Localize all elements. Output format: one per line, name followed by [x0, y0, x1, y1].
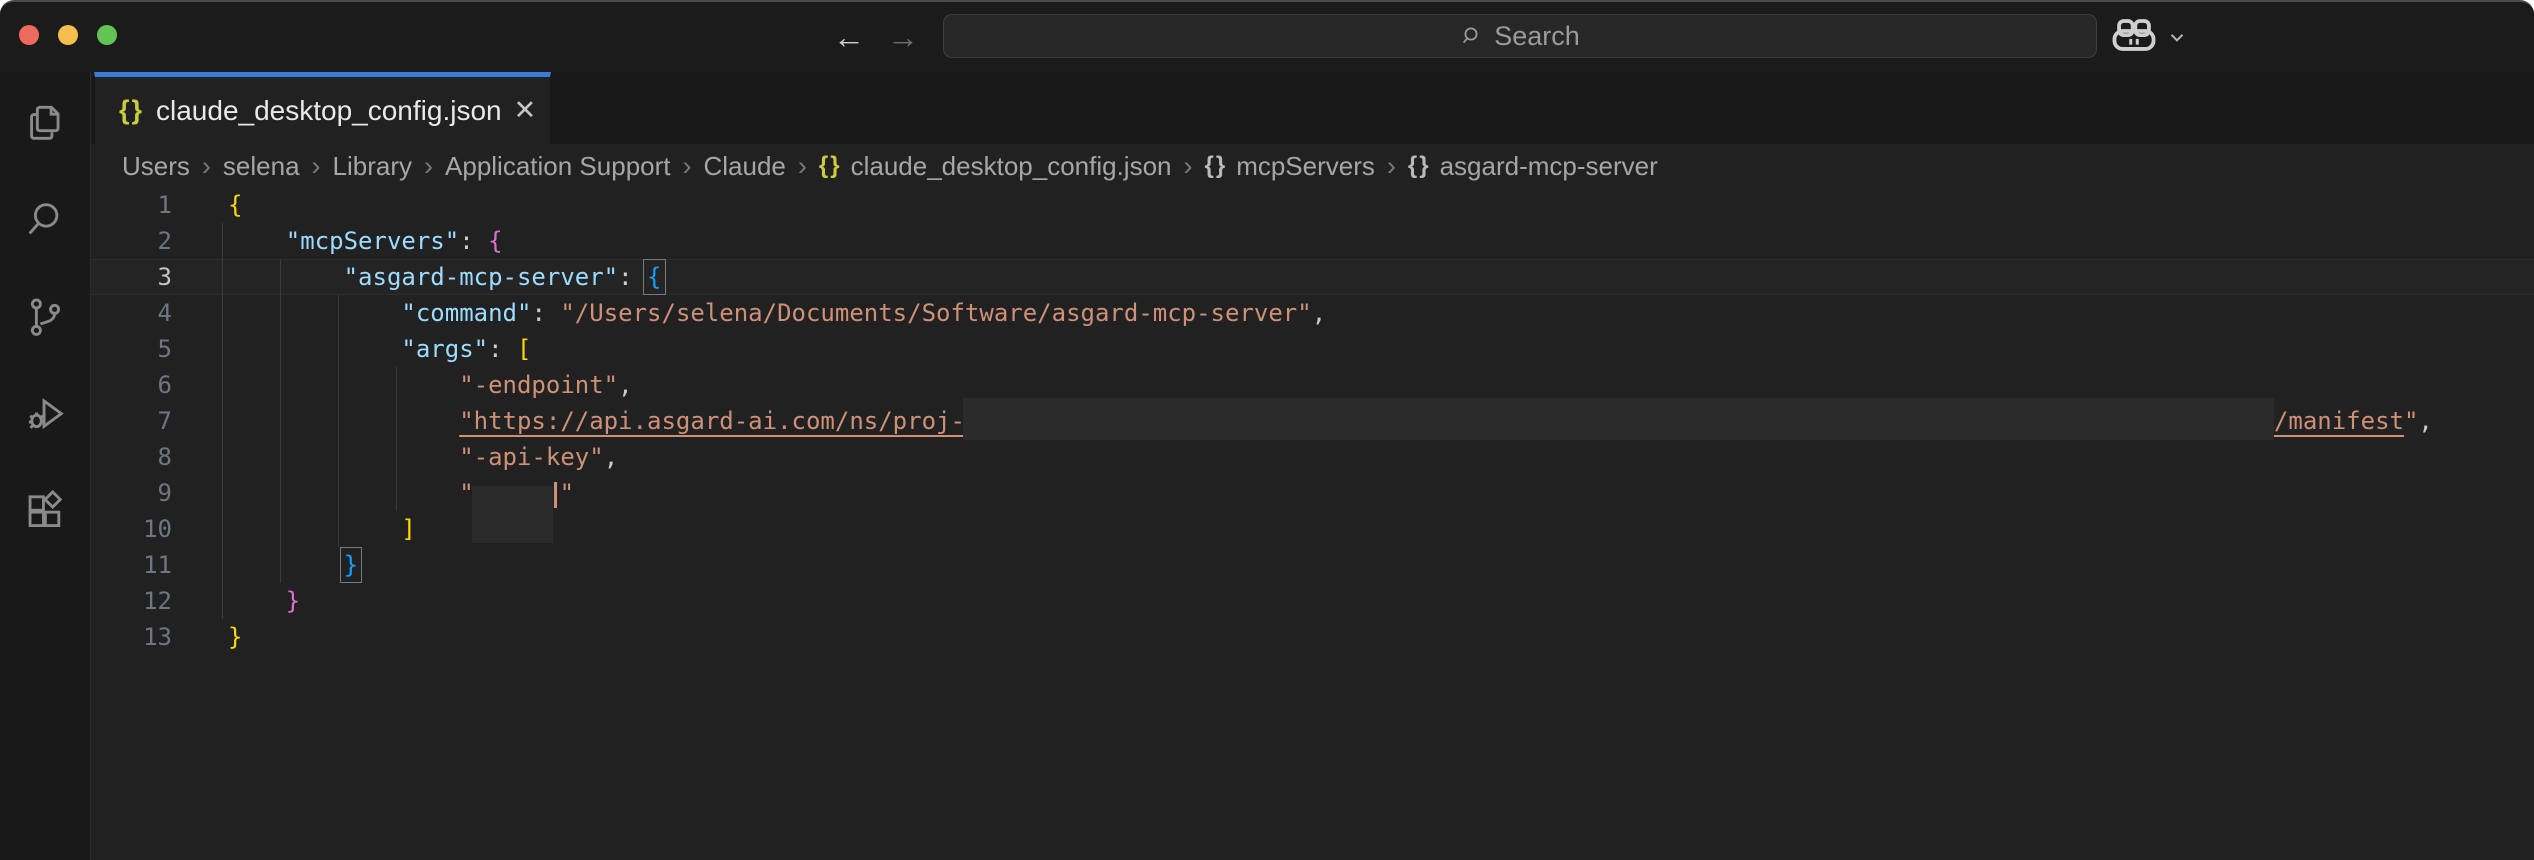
breadcrumb-separator: › [1172, 151, 1205, 182]
code-text: "asgard-mcp-server": { [172, 259, 662, 295]
extensions-icon [22, 488, 68, 534]
code-line[interactable]: 8 "-api-key", [91, 439, 2534, 475]
code-line[interactable]: 13} [91, 619, 2534, 655]
line-number: 6 [91, 367, 172, 403]
code-line[interactable]: 1{ [91, 187, 2534, 223]
code-text: } [172, 547, 358, 583]
indent-guide [338, 295, 339, 547]
breadcrumb-label: Claude [704, 151, 786, 182]
symbol-braces-icon: {} [1408, 152, 1431, 180]
line-number: 12 [91, 583, 172, 619]
breadcrumb-label: claude_desktop_config.json [851, 151, 1172, 182]
run-debug-icon [22, 391, 68, 437]
code-text: ] [172, 511, 416, 547]
breadcrumb-label: mcpServers [1236, 151, 1375, 182]
breadcrumb-separator: › [412, 151, 445, 182]
zoom-window-button[interactable] [97, 25, 117, 45]
breadcrumb-item[interactable]: {} asgard-mcp-server [1408, 151, 1658, 182]
code-line[interactable]: 2 "mcpServers": { [91, 223, 2534, 259]
breadcrumb-item[interactable]: Application Support [445, 151, 670, 182]
code-text: { [172, 187, 242, 223]
tab-claude-desktop-config[interactable]: {} claude_desktop_config.json ✕ [94, 72, 551, 144]
code-text: "command": "/Users/selena/Documents/Soft… [172, 295, 1326, 331]
line-number: 8 [91, 439, 172, 475]
breadcrumb-item[interactable]: Claude [704, 151, 786, 182]
activity-bar [0, 72, 91, 860]
sidebar-item-search[interactable] [0, 188, 90, 252]
breadcrumb-item[interactable]: selena [223, 151, 300, 182]
title-bar: ← → Search [0, 2, 2534, 72]
code-text: "-endpoint", [172, 367, 633, 403]
json-file-icon: {} [119, 95, 144, 126]
code-line[interactable]: 9 "" [91, 475, 2534, 511]
tab-close-button[interactable]: ✕ [514, 95, 537, 126]
breadcrumb-item[interactable]: {} claude_desktop_config.json [819, 151, 1172, 182]
line-number: 5 [91, 331, 172, 367]
code-line[interactable]: 11 } [91, 547, 2534, 583]
line-number: 10 [91, 511, 172, 547]
breadcrumb-item[interactable]: {} mcpServers [1205, 151, 1375, 182]
back-button[interactable]: ← [827, 2, 871, 72]
copilot-menu-button[interactable] [2112, 16, 2188, 58]
code-text: } [172, 619, 242, 655]
breadcrumb-separator: › [671, 151, 704, 182]
code-line[interactable]: 10 ] [91, 511, 2534, 547]
breadcrumb-label: asgard-mcp-server [1440, 151, 1658, 182]
line-number: 1 [91, 187, 172, 223]
text-cursor [554, 482, 557, 508]
breadcrumb-separator: › [786, 151, 819, 182]
breadcrumb-label: Library [333, 151, 412, 182]
code-text: } [172, 583, 300, 619]
indent-guide [396, 367, 397, 511]
files-icon [22, 100, 68, 146]
code-line[interactable]: 3 "asgard-mcp-server": { [91, 259, 2534, 295]
breadcrumb: Users›selena›Library›Application Support… [91, 144, 2534, 188]
line-number: 7 [91, 403, 172, 439]
search-command-center[interactable]: Search [943, 14, 2097, 58]
redaction-box [472, 486, 553, 543]
symbol-braces-icon: {} [1205, 152, 1228, 180]
copilot-robot-icon [2112, 18, 2156, 56]
editor[interactable]: 1{2 "mcpServers": {3 "asgard-mcp-server"… [91, 187, 2534, 860]
breadcrumb-separator: › [190, 151, 223, 182]
search-icon [1460, 24, 1484, 48]
sidebar-item-run-debug[interactable] [0, 382, 90, 446]
indent-guide [222, 223, 223, 619]
minimize-window-button[interactable] [58, 25, 78, 45]
line-number: 2 [91, 223, 172, 259]
redaction-box [963, 398, 2274, 440]
close-window-button[interactable] [19, 25, 39, 45]
breadcrumb-label: Application Support [445, 151, 670, 182]
sidebar-item-explorer[interactable] [0, 91, 90, 155]
tab-bar: {} claude_desktop_config.json ✕ [0, 72, 2534, 144]
line-number: 3 [91, 259, 172, 295]
breadcrumb-item[interactable]: Library [333, 151, 412, 182]
line-number: 4 [91, 295, 172, 331]
vscode-window: ← → Search [0, 0, 2534, 860]
search-sidebar-icon [22, 197, 68, 243]
forward-button[interactable]: → [881, 2, 925, 72]
search-label: Search [1494, 21, 1580, 52]
sidebar-item-extensions[interactable] [0, 479, 90, 543]
breadcrumb-separator: › [300, 151, 333, 182]
tab-filename: claude_desktop_config.json [156, 95, 502, 127]
breadcrumb-separator: › [1375, 151, 1408, 182]
line-number: 11 [91, 547, 172, 583]
code-text: "args": [ [172, 331, 531, 367]
breadcrumb-label: Users [122, 151, 190, 182]
code-line[interactable]: 4 "command": "/Users/selena/Documents/So… [91, 295, 2534, 331]
chevron-down-icon [2166, 26, 2188, 48]
line-number: 13 [91, 619, 172, 655]
breadcrumb-item[interactable]: Users [122, 151, 190, 182]
git-branch-icon [22, 294, 68, 340]
editor-content: 1{2 "mcpServers": {3 "asgard-mcp-server"… [91, 187, 2534, 655]
line-number: 9 [91, 475, 172, 511]
code-line[interactable]: 5 "args": [ [91, 331, 2534, 367]
breadcrumb-label: selena [223, 151, 300, 182]
indent-guide [280, 259, 281, 583]
symbol-braces-icon: {} [819, 152, 842, 180]
sidebar-item-source-control[interactable] [0, 285, 90, 349]
code-line[interactable]: 12 } [91, 583, 2534, 619]
